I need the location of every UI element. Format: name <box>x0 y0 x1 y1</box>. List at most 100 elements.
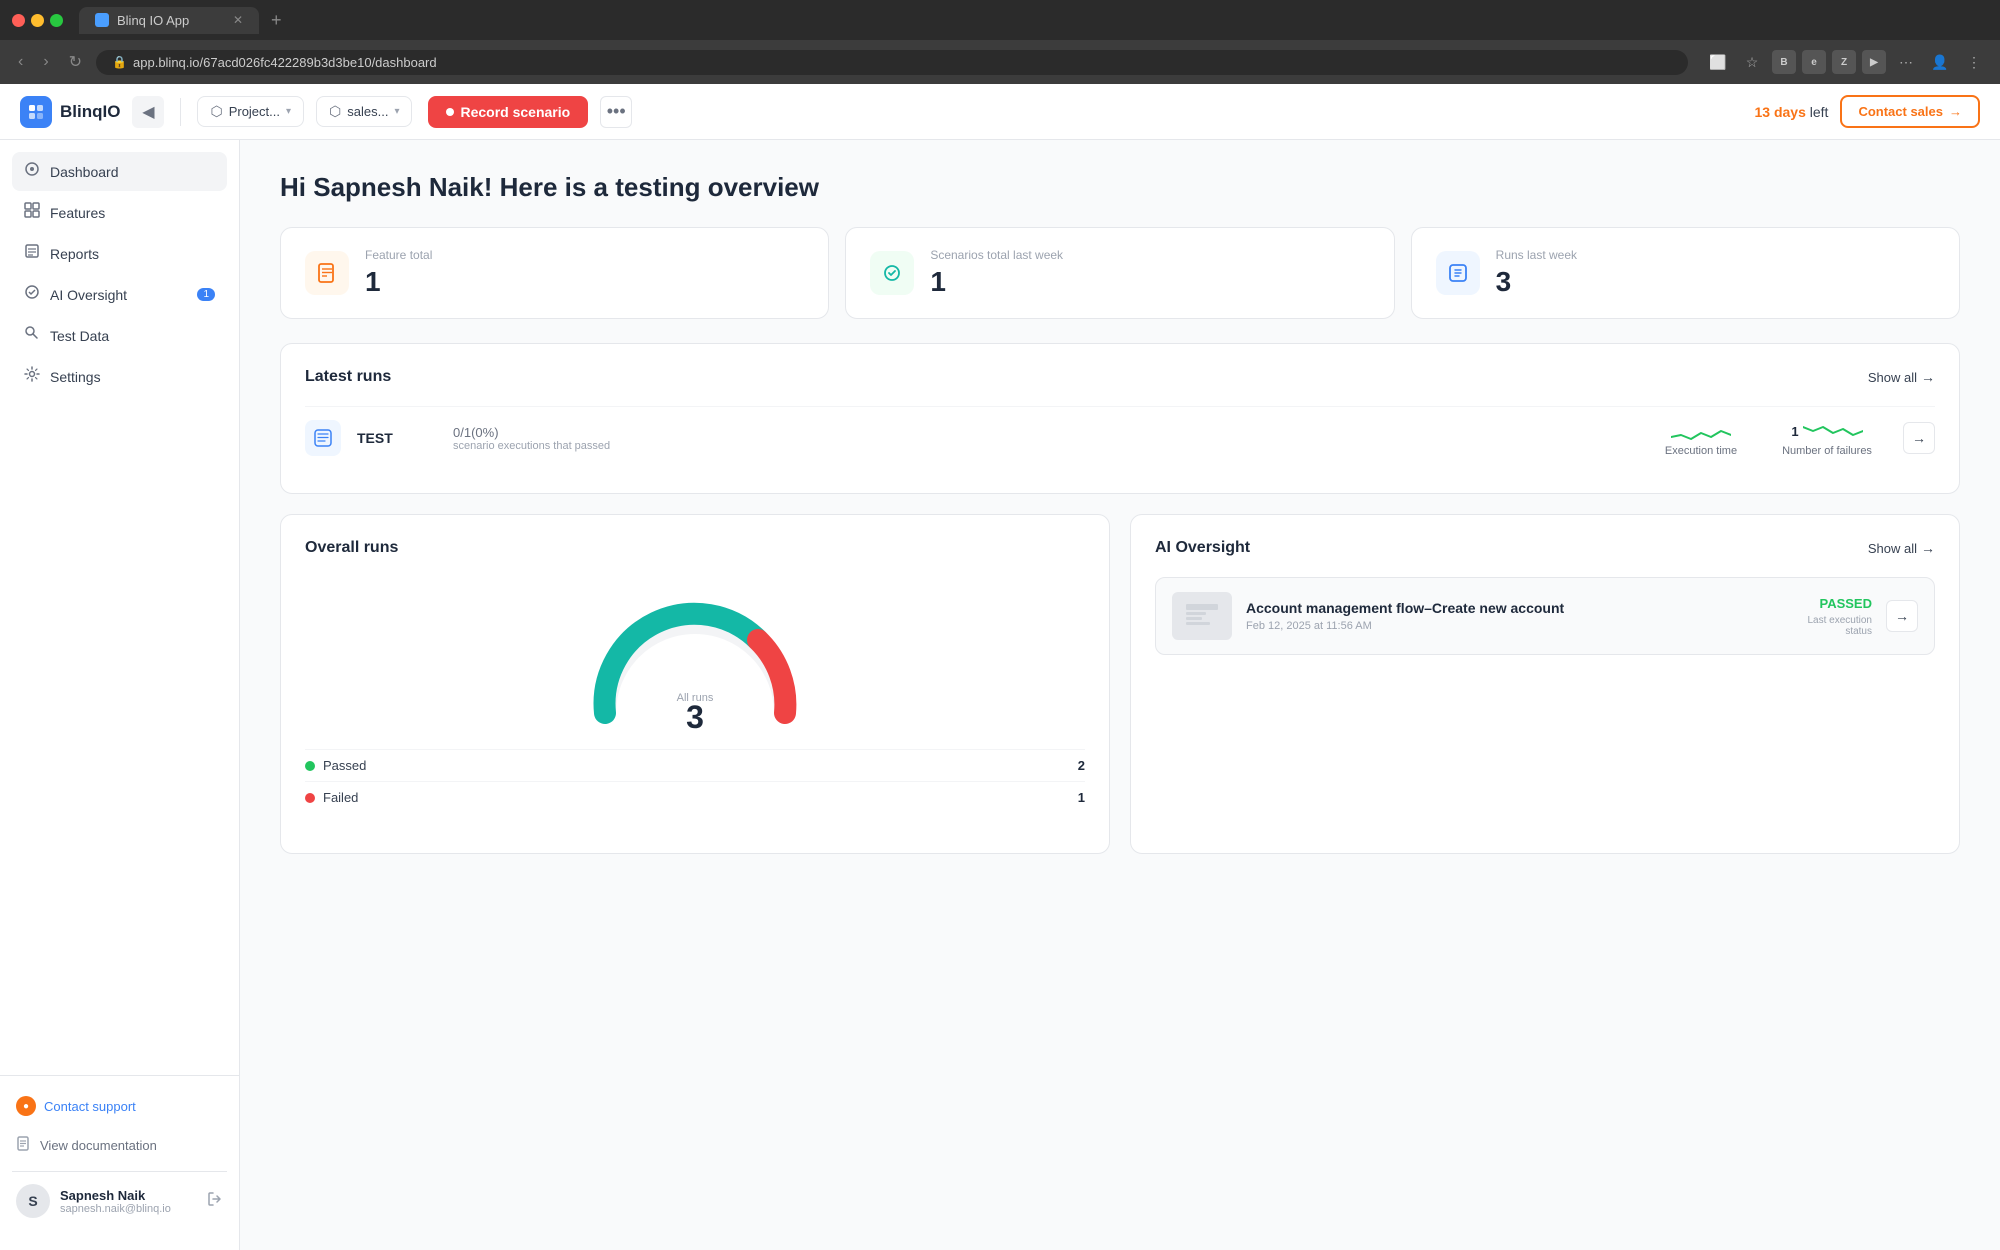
latest-runs-section: Latest runs Show all → TEST <box>280 343 1960 494</box>
record-scenario-button[interactable]: Record scenario <box>428 96 588 128</box>
show-all-arrow-icon: → <box>1921 369 1935 385</box>
lock-icon: 🔒 <box>112 55 127 69</box>
overall-runs-section: Overall runs All runs 3 <box>280 514 1110 854</box>
latest-runs-title: Latest runs <box>305 368 391 386</box>
tab-title: Blinq IO App <box>117 13 189 28</box>
close-window-button[interactable] <box>12 14 25 27</box>
legend-failed-left: Failed <box>305 790 358 805</box>
contact-sales-button[interactable]: Contact sales → <box>1840 95 1980 128</box>
topbar-right: 13 days left Contact sales → <box>1755 95 1981 128</box>
extension-2[interactable]: e <box>1802 50 1826 74</box>
extension-4[interactable]: ▶ <box>1862 50 1886 74</box>
ai-oversight-title: AI Oversight <box>1155 539 1250 557</box>
run-navigate-button[interactable]: → <box>1903 422 1935 454</box>
passed-dot-icon <box>305 761 315 771</box>
more-extensions-icon[interactable]: ⋯ <box>1892 48 1920 76</box>
legend-item-passed: Passed 2 <box>305 749 1085 781</box>
sidebar-item-reports[interactable]: Reports <box>12 234 227 273</box>
failures-count: 1 <box>1791 424 1798 439</box>
latest-runs-show-all-button[interactable]: Show all → <box>1868 369 1935 385</box>
main-content: Hi Sapnesh Naik! Here is a testing overv… <box>240 140 2000 1250</box>
extension-3[interactable]: Z <box>1832 50 1856 74</box>
back-button[interactable]: ‹ <box>12 49 29 75</box>
tab-favicon <box>95 13 109 27</box>
more-options-button[interactable]: ••• <box>600 96 632 128</box>
reports-icon <box>24 243 40 264</box>
runs-stat-icon <box>1436 251 1480 295</box>
minimize-window-button[interactable] <box>31 14 44 27</box>
sales-selector[interactable]: ⬡ sales... ▾ <box>316 96 412 127</box>
app-topbar: BlinqIO ◀ ⬡ Project... ▾ ⬡ sales... ▾ Re… <box>0 84 2000 140</box>
bookmark-icon[interactable]: ☆ <box>1738 48 1766 76</box>
scenarios-stat-value: 1 <box>930 266 1063 298</box>
project-selector[interactable]: ⬡ Project... ▾ <box>197 96 304 127</box>
sidebar-item-settings[interactable]: Settings <box>12 357 227 396</box>
user-name: Sapnesh Naik <box>60 1188 197 1203</box>
run-execution-time-area: Execution time <box>1651 419 1751 457</box>
run-name: TEST <box>357 430 437 446</box>
support-icon: ● <box>16 1096 36 1116</box>
reload-button[interactable]: ↻ <box>63 48 88 76</box>
gauge-chart: All runs 3 <box>575 593 815 733</box>
project-icon: ⬡ <box>210 103 222 120</box>
page-greeting: Hi Sapnesh Naik! Here is a testing overv… <box>280 172 1960 203</box>
project-chevron-icon: ▾ <box>286 106 291 117</box>
sidebar-item-test-data[interactable]: Test Data <box>12 316 227 355</box>
failures-label: Number of failures <box>1782 445 1872 457</box>
run-execution-info: 0/1(0%) scenario executions that passed <box>453 425 1635 452</box>
ai-oversight-icon <box>24 284 40 305</box>
legend-item-failed: Failed 1 <box>305 781 1085 813</box>
run-executions-count: 0/1(0%) <box>453 425 1635 440</box>
scenarios-stat-label: Scenarios total last week <box>930 248 1063 262</box>
tab-close-icon[interactable]: ✕ <box>233 13 243 27</box>
runs-stat-label: Runs last week <box>1496 248 1577 262</box>
oversight-info: Account management flow–Create new accou… <box>1246 600 1794 632</box>
sidebar-toggle-button[interactable]: ◀ <box>132 96 164 128</box>
logo-text: BlinqIO <box>60 102 120 122</box>
profile-icon[interactable]: 👤 <box>1926 48 1954 76</box>
view-docs-link[interactable]: View documentation <box>12 1128 227 1163</box>
failures-sparkline <box>1803 419 1863 443</box>
stats-row: Feature total 1 Scenarios total last wee… <box>280 227 1960 319</box>
show-all-label: Show all <box>1868 370 1917 385</box>
oversight-thumbnail <box>1172 592 1232 640</box>
settings-icon <box>24 366 40 387</box>
browser-tab[interactable]: Blinq IO App ✕ <box>79 7 259 34</box>
sidebar-item-label: Test Data <box>50 328 109 344</box>
scenarios-stat-icon <box>870 251 914 295</box>
maximize-window-button[interactable] <box>50 14 63 27</box>
dashboard-icon <box>24 161 40 182</box>
extension-1[interactable]: B <box>1772 50 1796 74</box>
sidebar-item-ai-oversight[interactable]: AI Oversight 1 <box>12 275 227 314</box>
forward-button[interactable]: › <box>37 49 54 75</box>
view-docs-label: View documentation <box>40 1138 157 1153</box>
contact-support-link[interactable]: ● Contact support <box>12 1088 227 1124</box>
sidebar-nav: Dashboard Features <box>0 152 239 1075</box>
sidebar-item-dashboard[interactable]: Dashboard <box>12 152 227 191</box>
ai-oversight-show-all-button[interactable]: Show all → <box>1868 540 1935 556</box>
sidebar-item-label: Reports <box>50 246 99 262</box>
run-icon <box>305 420 341 456</box>
oversight-item-title: Account management flow–Create new accou… <box>1246 600 1794 616</box>
feature-stat-label: Feature total <box>365 248 432 262</box>
cast-icon[interactable]: ⬜ <box>1704 48 1732 76</box>
new-tab-button[interactable]: + <box>271 10 282 31</box>
runs-stat-info: Runs last week 3 <box>1496 248 1577 298</box>
legend-passed-left: Passed <box>305 758 366 773</box>
topbar-divider <box>180 98 181 126</box>
user-info: Sapnesh Naik sapnesh.naik@blinq.io <box>60 1188 197 1215</box>
overall-runs-header: Overall runs <box>305 539 1085 557</box>
overall-runs-title: Overall runs <box>305 539 398 557</box>
address-text: app.blinq.io/67acd026fc422289b3d3be10/da… <box>133 55 437 70</box>
user-profile: S Sapnesh Naik sapnesh.naik@blinq.io <box>12 1171 227 1226</box>
menu-icon[interactable]: ⋮ <box>1960 48 1988 76</box>
address-bar[interactable]: 🔒 app.blinq.io/67acd026fc422289b3d3be10/… <box>96 50 1688 75</box>
ai-oversight-badge: 1 <box>197 288 215 301</box>
sidebar-item-features[interactable]: Features <box>12 193 227 232</box>
oversight-navigate-button[interactable]: → <box>1886 600 1918 632</box>
logout-button[interactable] <box>207 1191 223 1212</box>
run-row: TEST 0/1(0%) scenario executions that pa… <box>305 406 1935 469</box>
oversight-item: Account management flow–Create new accou… <box>1155 577 1935 655</box>
sidebar-item-label: Features <box>50 205 105 221</box>
project-label: Project... <box>229 104 280 119</box>
